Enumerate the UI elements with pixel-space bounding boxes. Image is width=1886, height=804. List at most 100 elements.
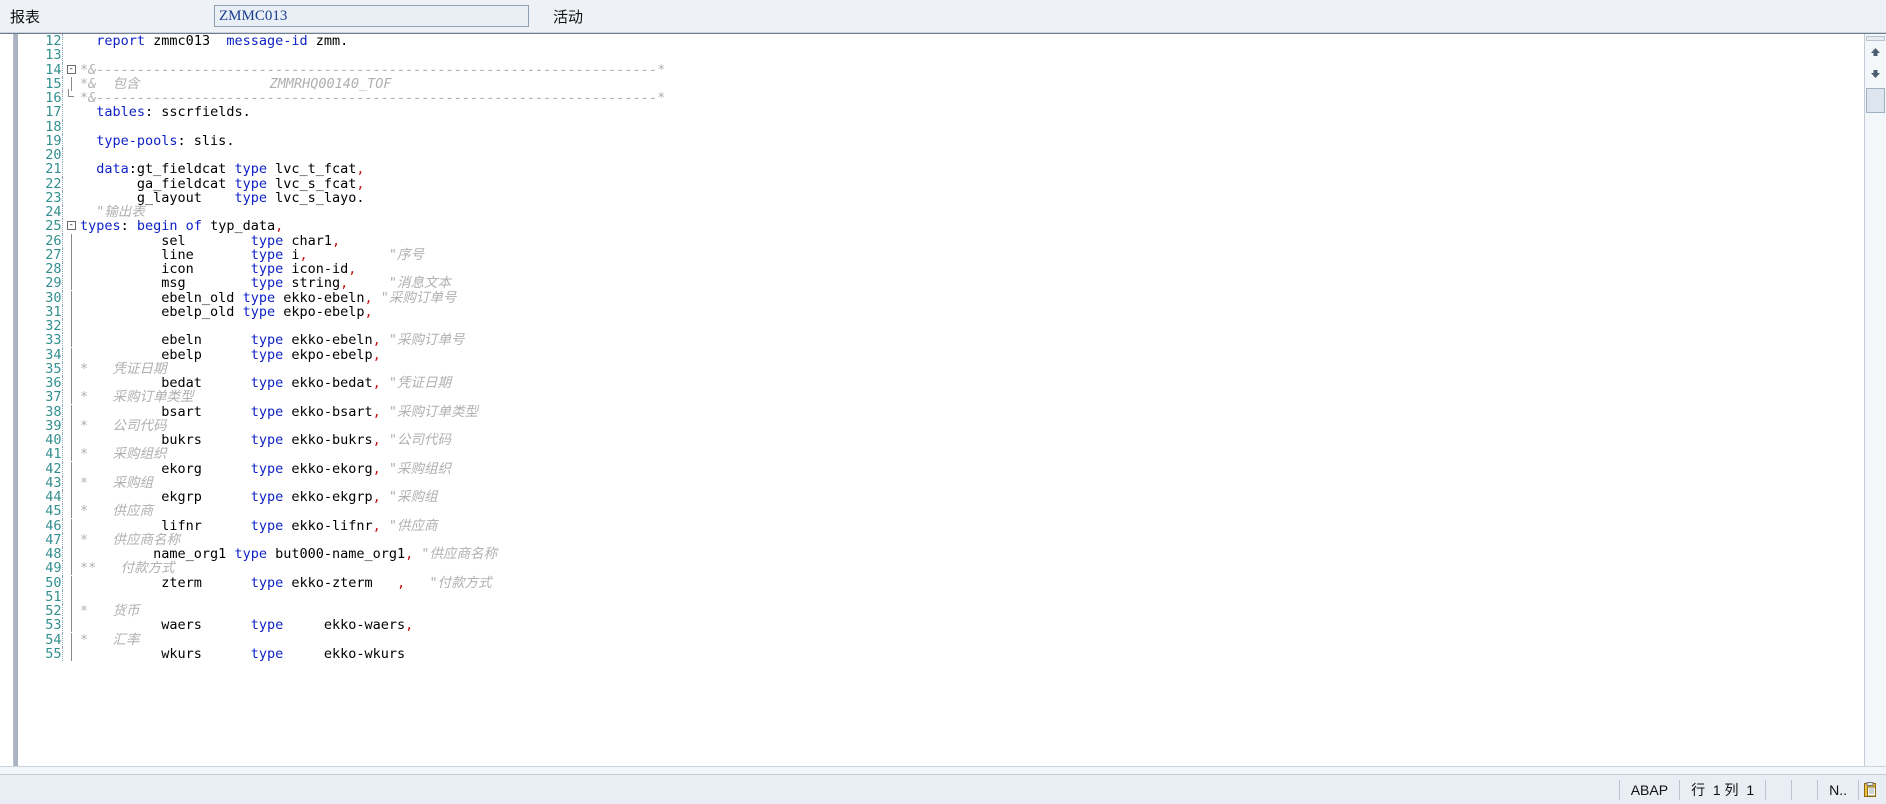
- fold-empty: [61, 34, 80, 49]
- code-line[interactable]: 52 * 货币: [18, 604, 665, 618]
- code-line[interactable]: 25- types: begin of typ_data,: [18, 218, 665, 235]
- code-line-text: ga_fieldcat type lvc_s_fcat,: [80, 175, 365, 192]
- fold-guide: [61, 575, 80, 590]
- code-line[interactable]: 20: [18, 148, 665, 162]
- code-line-text: bedat type ekko-bedat, "凭证日期: [80, 375, 452, 391]
- status-system: N..: [1817, 779, 1858, 800]
- code-line[interactable]: 35 * 凭证日期: [18, 361, 665, 376]
- report-name-input[interactable]: [214, 5, 530, 27]
- code-line[interactable]: 37 * 采购订单类型: [18, 389, 665, 406]
- fold-guide: [61, 646, 80, 661]
- code-line[interactable]: 21 data:gt_fieldcat type lvc_t_fcat,: [18, 162, 665, 177]
- code-line[interactable]: 13: [18, 48, 665, 63]
- line-number: 34: [18, 347, 62, 362]
- fold-guide: [61, 404, 80, 419]
- code-line-text: [80, 120, 665, 134]
- fold-guide: [61, 376, 80, 391]
- code-line-text: ebelp type ekpo-ebelp,: [80, 346, 381, 363]
- status-col-value: 1: [1746, 781, 1755, 798]
- code-line-text: bukrs type ekko-bukrs, "公司代码: [80, 432, 452, 448]
- code-line-text: name_org1 type but000-name_org1, "供应商名称: [80, 546, 498, 562]
- scrollbar-track[interactable]: [1866, 113, 1885, 766]
- code-line[interactable]: 30 ebeln_old type ekko-ebeln, "采购订单号: [18, 289, 665, 306]
- code-line[interactable]: 17 tables: sscrfields.: [18, 105, 665, 120]
- code-line[interactable]: 53 waers type ekko-waers,: [18, 618, 665, 633]
- code-line[interactable]: 27 line type i, "序号: [18, 247, 665, 262]
- code-line[interactable]: 15 *& 包含 ZMMRHQ00140_TOF: [18, 76, 665, 91]
- scrollbar-thumb[interactable]: [1866, 88, 1885, 113]
- code-line[interactable]: 45 * 供应商: [18, 504, 665, 519]
- status-language: ABAP: [1618, 779, 1679, 800]
- line-number: 41: [18, 447, 62, 462]
- code-line[interactable]: 42 ekorg type ekko-ekorg, "采购组织: [18, 461, 665, 476]
- code-line-text: sel type char1,: [80, 232, 341, 249]
- scroll-down-icon[interactable]: [1866, 63, 1885, 84]
- line-number: 36: [18, 376, 62, 390]
- code-line-text: types: begin of typ_data,: [80, 218, 284, 235]
- code-line[interactable]: 31 ebelp_old type ekpo-ebelp,: [18, 304, 665, 319]
- code-line[interactable]: 29 msg type string, "消息文本: [18, 276, 665, 291]
- code-line-text: [80, 319, 665, 333]
- code-line[interactable]: 26 sel type char1,: [18, 232, 665, 249]
- code-line[interactable]: 38 bsart type ekko-bsart, "采购订单类型: [18, 404, 665, 419]
- code-line[interactable]: 39 * 公司代码: [18, 418, 665, 433]
- line-number: 18: [18, 119, 62, 134]
- editor-toolbar: 报表 活动: [0, 0, 1886, 33]
- code-line-text: ebeln_old type ekko-ebeln, "采购订单号: [80, 289, 457, 306]
- line-number: 28: [18, 262, 62, 276]
- code-line-text: [80, 48, 665, 62]
- vertical-scrollbar[interactable]: [1864, 34, 1886, 766]
- abap-editor-window: 报表 活动 12 report zmmc013 message-id zmm.1…: [0, 0, 1886, 804]
- code-line[interactable]: 34 ebelp type ekpo-ebelp,: [18, 346, 665, 363]
- code-line[interactable]: 55 wkurs type ekko-wkurs: [18, 646, 665, 661]
- code-line[interactable]: 19 type-pools: slis.: [18, 133, 665, 148]
- code-line[interactable]: 16 *&------------------------------------…: [18, 89, 665, 105]
- code-line[interactable]: 24 "输出表: [18, 205, 665, 219]
- code-line[interactable]: 41 * 采购组织: [18, 446, 665, 463]
- code-line[interactable]: 48 name_org1 type but000-name_org1, "供应商…: [18, 547, 665, 561]
- fold-empty: [61, 133, 80, 148]
- code-line[interactable]: 44 ekgrp type ekko-ekgrp, "采购组: [18, 490, 665, 504]
- line-number: 20: [18, 148, 62, 162]
- code-line[interactable]: 33 ebeln type ekko-ebeln, "采购订单号: [18, 333, 665, 348]
- code-line[interactable]: 51: [18, 589, 665, 604]
- code-line[interactable]: 36 bedat type ekko-bedat, "凭证日期: [18, 376, 665, 390]
- report-label: 报表: [10, 8, 41, 26]
- line-number: 51: [18, 589, 62, 604]
- code-line[interactable]: 18: [18, 119, 665, 134]
- code-line-text: *&--------------------------------------…: [80, 61, 666, 78]
- code-line[interactable]: 43 * 采购组: [18, 475, 665, 490]
- line-number: 32: [18, 319, 62, 333]
- code-line[interactable]: 47 * 供应商名称: [18, 532, 665, 547]
- fold-guide: [61, 304, 80, 319]
- code-line[interactable]: 46 lifnr type ekko-lifnr, "供应商: [18, 518, 665, 533]
- fold-toggle-icon[interactable]: -: [61, 62, 80, 77]
- fold-guide: [61, 247, 80, 262]
- code-line[interactable]: 23 g_layout type lvc_s_layo.: [18, 190, 665, 205]
- code-line[interactable]: 32: [18, 319, 665, 333]
- code-line[interactable]: 49 ** 付款方式: [18, 561, 665, 576]
- code-line[interactable]: 12 report zmmc013 message-id zmm.: [18, 34, 665, 48]
- line-number: 55: [18, 646, 62, 661]
- code-line[interactable]: 40 bukrs type ekko-bukrs, "公司代码: [18, 433, 665, 447]
- line-number: 43: [18, 475, 62, 490]
- line-number: 27: [18, 247, 62, 262]
- fold-guide: [61, 461, 80, 476]
- fold-guide: [61, 347, 80, 362]
- code-editor-area[interactable]: 12 report zmmc013 message-id zmm. 13 14- *…: [18, 34, 1864, 766]
- code-line-text: * 采购组织: [80, 446, 167, 463]
- code-line[interactable]: 50 zterm type ekko-zterm , "付款方式: [18, 575, 665, 590]
- fold-toggle-icon[interactable]: -: [61, 219, 80, 234]
- code-line[interactable]: 22 ga_fieldcat type lvc_s_fcat,: [18, 175, 665, 192]
- code-line[interactable]: 54 * 汇率: [18, 632, 665, 647]
- fold-guide: [61, 418, 80, 433]
- code-line[interactable]: 28 icon type icon-id,: [18, 262, 665, 276]
- code-line[interactable]: 14- *&-----------------------------------…: [18, 61, 666, 78]
- code-line-text: * 采购订单类型: [80, 389, 194, 406]
- line-number: 12: [18, 34, 62, 48]
- line-number: 35: [18, 361, 62, 376]
- code-scroll-viewport[interactable]: 12 report zmmc013 message-id zmm. 13 14- *…: [18, 34, 1864, 766]
- scroll-up-icon[interactable]: [1866, 42, 1885, 63]
- clipboard-icon[interactable]: [1858, 779, 1880, 800]
- status-slot-1: [1765, 779, 1791, 800]
